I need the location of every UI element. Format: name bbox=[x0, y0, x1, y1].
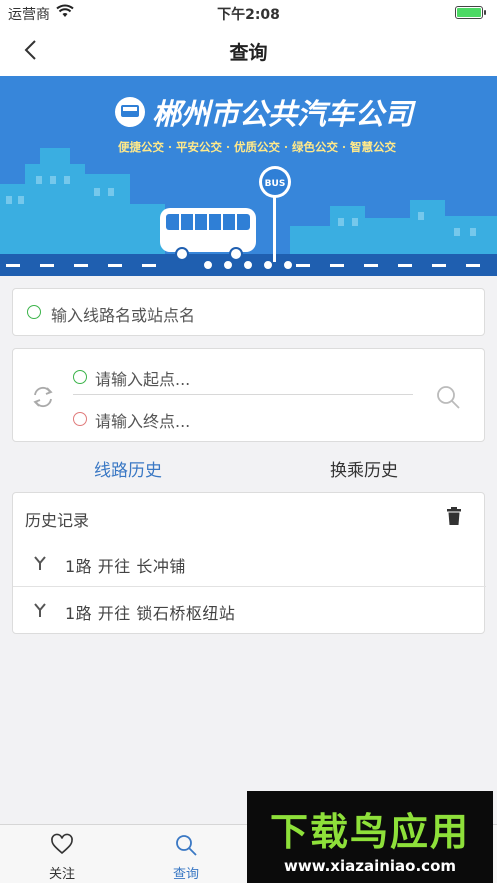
tab-search[interactable]: 查询 bbox=[124, 825, 248, 883]
tab-follow[interactable]: 关注 bbox=[0, 825, 124, 883]
search-icon bbox=[176, 835, 197, 856]
route-fork-icon bbox=[34, 603, 46, 617]
clock: 下午2:08 bbox=[217, 7, 280, 23]
trash-icon[interactable] bbox=[446, 507, 462, 525]
history-item[interactable]: 1路 开往 锁石桥枢纽站 bbox=[13, 588, 486, 634]
watermark-title: 下载鸟应用 bbox=[269, 810, 470, 854]
company-name: 郴州市公共汽车公司 bbox=[152, 97, 417, 131]
navigation-bar: 查询 bbox=[0, 26, 497, 76]
start-point-field[interactable]: 请输入起点... bbox=[73, 359, 413, 395]
heart-icon bbox=[51, 833, 73, 855]
tab-search-label: 查询 bbox=[172, 867, 199, 882]
company-slogan: 便捷公交 · 平安公交 · 优质公交 · 绿色公交 · 智慧公交 bbox=[118, 140, 397, 154]
history-item[interactable]: 1路 开往 长冲铺 bbox=[13, 541, 486, 587]
line-search-field[interactable]: 输入线路名或站点名 bbox=[12, 288, 485, 336]
watermark: 下载鸟应用 www.xiazainiao.com bbox=[247, 791, 493, 883]
company-banner: 郴州市公共汽车公司 便捷公交 · 平安公交 · 优质公交 · 绿色公交 · 智慧… bbox=[0, 76, 497, 276]
svg-text:BUS: BUS bbox=[265, 179, 286, 189]
start-placeholder: 请输入起点... bbox=[95, 370, 191, 389]
start-dot-icon bbox=[73, 370, 87, 384]
history-header: 历史记录 bbox=[25, 511, 90, 530]
page-title: 查询 bbox=[229, 42, 268, 64]
history-item-text: 1路 开往 长冲铺 bbox=[65, 557, 186, 576]
search-dot-icon bbox=[27, 305, 41, 319]
history-tabs: 线路历史 换乘历史 bbox=[0, 450, 497, 484]
bus-logo-icon bbox=[115, 97, 145, 127]
route-planner: 请输入起点... 请输入终点... bbox=[12, 348, 485, 442]
swap-refresh-icon[interactable] bbox=[29, 383, 57, 411]
end-placeholder: 请输入终点... bbox=[95, 412, 191, 431]
route-fork-icon bbox=[34, 556, 46, 570]
tab-line-history[interactable]: 线路历史 bbox=[94, 456, 162, 481]
search-placeholder: 输入线路名或站点名 bbox=[51, 306, 196, 325]
end-point-field[interactable]: 请输入终点... bbox=[73, 401, 413, 437]
battery-icon bbox=[455, 6, 486, 19]
status-bar: 运营商 下午2:08 bbox=[0, 0, 497, 26]
watermark-url: www.xiazainiao.com bbox=[283, 857, 457, 875]
tab-follow-label: 关注 bbox=[48, 867, 75, 882]
tab-transfer-history[interactable]: 换乘历史 bbox=[330, 456, 398, 481]
history-list: 历史记录 1路 开往 长冲铺 1路 开往 锁石桥枢纽站 bbox=[12, 492, 486, 634]
history-item-text: 1路 开往 锁石桥枢纽站 bbox=[65, 604, 236, 623]
end-dot-icon bbox=[73, 412, 87, 426]
route-search-icon[interactable] bbox=[434, 383, 462, 411]
